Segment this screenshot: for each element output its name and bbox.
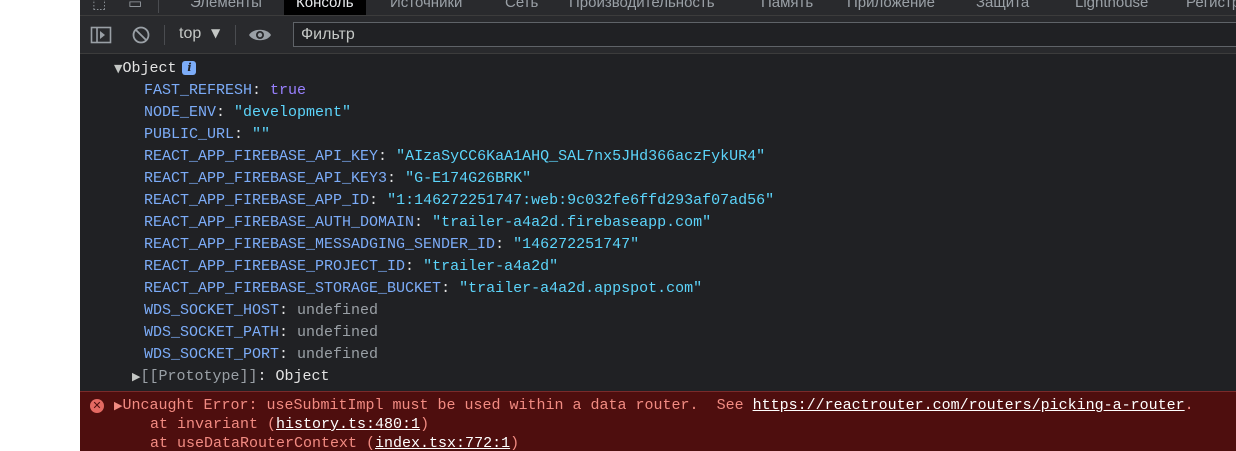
property-value: "1:146272251747:web:9c032fe6ffd293af07ad… <box>387 192 775 209</box>
live-expression-eye-icon[interactable] <box>248 26 272 49</box>
tab-lighthouse[interactable]: Lighthouse <box>1075 0 1148 11</box>
property-value: "trailer-a4a2d" <box>423 258 559 275</box>
property-value: "146272251747" <box>513 236 640 253</box>
tab-performance[interactable]: Производительность <box>569 0 715 11</box>
property-value: undefined <box>297 346 379 363</box>
property-key: REACT_APP_FIREBASE_API_KEY3 <box>144 170 388 187</box>
object-property-row[interactable]: FAST_REFRESH: true <box>144 80 306 102</box>
property-value: "trailer-a4a2d.appspot.com" <box>459 280 703 297</box>
key-separator: : <box>405 258 424 275</box>
property-key: WDS_SOCKET_PATH <box>144 324 280 341</box>
prototype-key: [[Prototype]] <box>140 368 258 385</box>
error-suffix: . <box>1184 397 1194 414</box>
object-property-row[interactable]: WDS_SOCKET_PATH: undefined <box>144 322 378 344</box>
object-property-row[interactable]: WDS_SOCKET_PORT: undefined <box>144 344 378 366</box>
stack-frame-suffix: ) <box>510 435 520 451</box>
object-header[interactable]: ▼Object i <box>114 58 197 80</box>
stack-frame: at useDataRouterContext (index.tsx:772:1… <box>150 433 519 451</box>
dropdown-arrow-icon[interactable]: ▼ <box>211 26 220 40</box>
tab-security[interactable]: Защита <box>976 0 1029 11</box>
object-property-row[interactable]: REACT_APP_FIREBASE_AUTH_DOMAIN: "trailer… <box>144 212 711 234</box>
object-property-row[interactable]: REACT_APP_FIREBASE_PROJECT_ID: "trailer-… <box>144 256 558 278</box>
key-separator: : <box>279 324 298 341</box>
property-value: true <box>270 82 307 99</box>
property-key: WDS_SOCKET_PORT <box>144 346 280 363</box>
property-key: PUBLIC_URL <box>144 126 235 143</box>
property-key: REACT_APP_FIREBASE_MESSADGING_SENDER_ID <box>144 236 496 253</box>
key-separator: : <box>441 280 460 297</box>
property-key: REACT_APP_FIREBASE_AUTH_DOMAIN <box>144 214 415 231</box>
property-key: REACT_APP_FIREBASE_PROJECT_ID <box>144 258 406 275</box>
key-separator: : <box>387 170 406 187</box>
device-toolbar-icon[interactable]: ▭ <box>128 0 142 12</box>
key-separator: : <box>257 368 276 385</box>
key-separator: : <box>369 192 388 209</box>
devtools-panel: ⬚ ▭ Элементы Консоль Источники Сеть Прои… <box>80 0 1236 451</box>
tab-elements[interactable]: Элементы <box>190 0 262 11</box>
object-label: Object <box>122 60 177 77</box>
property-value: undefined <box>297 324 379 341</box>
object-property-row[interactable]: NODE_ENV: "development" <box>144 102 351 124</box>
key-separator: : <box>279 302 298 319</box>
console-toolbar: top ▼ <box>80 16 1236 54</box>
context-selector[interactable]: top <box>179 25 201 43</box>
tab-memory[interactable]: Память <box>761 0 813 11</box>
tab-application[interactable]: Приложение <box>847 0 935 11</box>
tab-network[interactable]: Сеть <box>505 0 538 11</box>
object-property-row[interactable]: REACT_APP_FIREBASE_MESSADGING_SENDER_ID:… <box>144 234 639 256</box>
panel-tab-bar: ⬚ ▭ Элементы Консоль Источники Сеть Прои… <box>80 0 1236 16</box>
object-property-row[interactable]: PUBLIC_URL: "" <box>144 124 270 146</box>
prototype-value: Object <box>275 368 330 385</box>
tab-recorder[interactable]: Регистр <box>1186 0 1236 11</box>
property-value: "" <box>252 126 271 143</box>
property-value: "AIzaSyCC6KaA1AHQ_SAL7nx5JHd366aczFykUR4… <box>396 148 766 165</box>
error-text: Uncaught Error: useSubmitImpl must be us… <box>122 397 753 414</box>
prototype-row[interactable]: ▶[[Prototype]]: Object <box>132 366 330 388</box>
key-separator: : <box>252 82 271 99</box>
info-icon[interactable]: i <box>182 61 197 75</box>
property-value: "development" <box>234 104 352 121</box>
stack-frame-link[interactable]: history.ts:480:1 <box>276 416 420 433</box>
property-key: REACT_APP_FIREBASE_APP_ID <box>144 192 370 209</box>
toolbar-divider <box>164 25 165 45</box>
object-property-row[interactable]: REACT_APP_FIREBASE_API_KEY: "AIzaSyCC6Ka… <box>144 146 765 168</box>
property-value: undefined <box>297 302 379 319</box>
stack-frame-prefix: at invariant ( <box>150 416 277 433</box>
key-separator: : <box>234 126 253 143</box>
stack-frame-prefix: at useDataRouterContext ( <box>150 435 376 451</box>
key-separator: : <box>414 214 433 231</box>
filter-field[interactable] <box>293 22 1236 47</box>
stack-frame-suffix: ) <box>420 416 430 433</box>
tab-divider <box>158 0 159 13</box>
key-separator: : <box>216 104 235 121</box>
tab-console[interactable]: Консоль <box>284 0 366 15</box>
object-property-row[interactable]: REACT_APP_FIREBASE_STORAGE_BUCKET: "trai… <box>144 278 702 300</box>
property-key: REACT_APP_FIREBASE_API_KEY <box>144 148 379 165</box>
error-icon: ✕ <box>90 399 104 413</box>
clear-console-icon[interactable] <box>131 25 151 50</box>
tab-sources[interactable]: Источники <box>390 0 462 11</box>
console-error-message: ✕ ▶Uncaught Error: useSubmitImpl must be… <box>80 391 1236 451</box>
filter-input[interactable] <box>301 25 1201 45</box>
object-property-row[interactable]: REACT_APP_FIREBASE_API_KEY3: "G-E174G26B… <box>144 168 531 190</box>
stack-frame-link[interactable]: index.tsx:772:1 <box>375 435 510 451</box>
key-separator: : <box>495 236 514 253</box>
toolbar-divider <box>235 25 236 45</box>
key-separator: : <box>279 346 298 363</box>
property-value: "trailer-a4a2d.firebaseapp.com" <box>432 214 712 231</box>
property-key: WDS_SOCKET_HOST <box>144 302 280 319</box>
object-property-row[interactable]: WDS_SOCKET_HOST: undefined <box>144 300 378 322</box>
sidebar-toggle-icon[interactable] <box>90 25 112 50</box>
error-help-link[interactable]: https://reactrouter.com/routers/picking-… <box>753 397 1185 414</box>
property-key: REACT_APP_FIREBASE_STORAGE_BUCKET <box>144 280 442 297</box>
object-property-row[interactable]: REACT_APP_FIREBASE_APP_ID: "1:1462722517… <box>144 190 774 212</box>
inspect-element-icon[interactable]: ⬚ <box>92 0 106 12</box>
property-key: NODE_ENV <box>144 104 217 121</box>
key-separator: : <box>378 148 397 165</box>
property-value: "G-E174G26BRK" <box>405 170 532 187</box>
property-key: FAST_REFRESH <box>144 82 253 99</box>
